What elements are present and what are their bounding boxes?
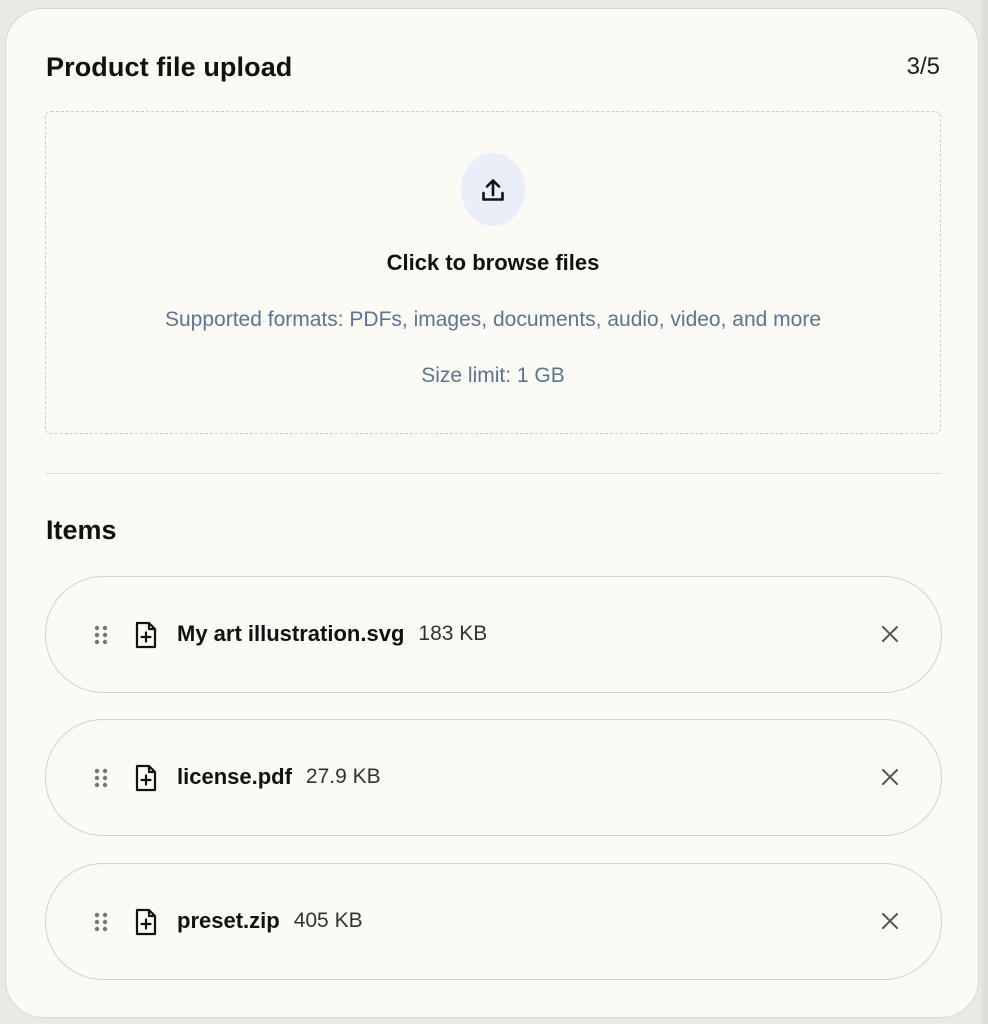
product-file-upload-card: Product file upload 3/5 Click to browse … (5, 8, 979, 1018)
file-plus-icon (135, 764, 157, 792)
supported-formats-text: Supported formats: PDFs, images, documen… (165, 308, 821, 331)
upload-icon-button[interactable] (461, 153, 525, 226)
card-header: Product file upload 3/5 (46, 47, 940, 87)
items-heading: Items (46, 515, 117, 545)
file-size: 405 KB (293, 909, 363, 932)
file-plus-icon (135, 621, 157, 649)
file-name: preset.zip (177, 908, 280, 933)
drag-handle-icon[interactable] (93, 767, 109, 789)
file-dropzone[interactable]: Click to browse files Supported formats:… (45, 111, 941, 434)
remove-file-button[interactable] (875, 762, 905, 792)
upload-icon (482, 178, 504, 201)
file-name: license.pdf (177, 764, 292, 789)
close-icon (882, 626, 898, 642)
close-icon (882, 913, 898, 929)
file-plus-icon (135, 908, 157, 936)
file-size: 27.9 KB (305, 765, 381, 788)
file-item[interactable]: license.pdf 27.9 KB (45, 719, 942, 836)
file-item[interactable]: My art illustration.svg 183 KB (45, 576, 942, 693)
browse-files-label: Click to browse files (386, 250, 600, 275)
file-info: license.pdf 27.9 KB (177, 720, 381, 834)
section-divider (45, 473, 942, 474)
size-limit-text: Size limit: 1 GB (421, 364, 565, 387)
file-name: My art illustration.svg (177, 621, 405, 646)
close-icon (882, 769, 898, 785)
file-info: preset.zip 405 KB (177, 864, 363, 978)
drag-handle-icon[interactable] (93, 624, 109, 646)
remove-file-button[interactable] (875, 906, 905, 936)
card-title: Product file upload (46, 51, 293, 82)
file-size: 183 KB (418, 622, 488, 645)
remove-file-button[interactable] (875, 619, 905, 649)
drag-handle-icon[interactable] (93, 911, 109, 933)
window-edge (980, 0, 988, 1024)
file-info: My art illustration.svg 183 KB (177, 577, 487, 691)
file-item[interactable]: preset.zip 405 KB (45, 863, 942, 980)
step-counter: 3/5 (906, 53, 940, 80)
